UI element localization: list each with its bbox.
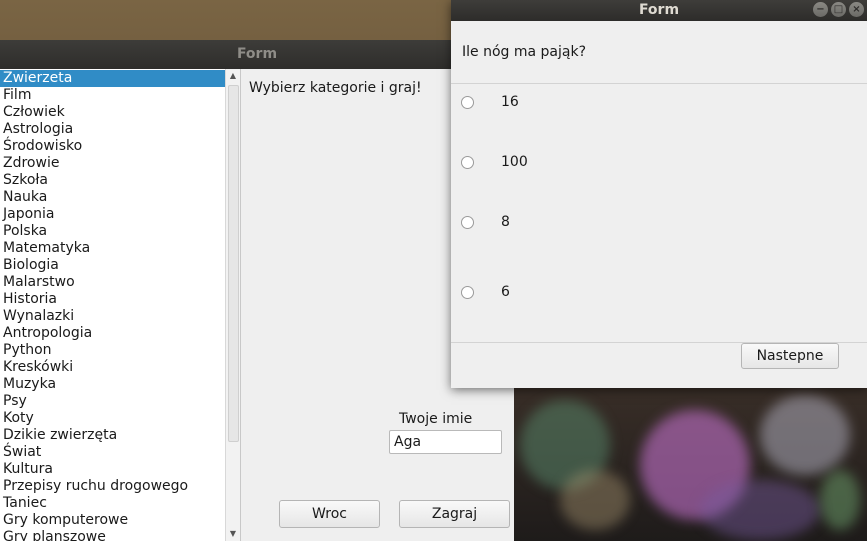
wallpaper-light xyxy=(760,395,850,475)
category-item[interactable]: Kreskówki xyxy=(0,359,226,376)
maximize-icon[interactable]: □ xyxy=(831,2,846,17)
category-item[interactable]: Gry planszowe xyxy=(0,529,226,541)
play-button[interactable]: Zagraj xyxy=(399,500,510,528)
answer-label: 16 xyxy=(501,94,519,110)
next-button[interactable]: Nastepne xyxy=(741,343,839,369)
name-input[interactable] xyxy=(389,430,502,454)
category-item[interactable]: Astrologia xyxy=(0,121,226,138)
divider xyxy=(451,83,867,84)
category-list-items: Zwierzeta Film Człowiek Astrologia Środowisk… xyxy=(0,70,226,541)
quiz-window-titlebar[interactable]: Form − □ × xyxy=(451,0,867,21)
chevron-up-icon[interactable]: ▲ xyxy=(226,69,240,83)
category-item[interactable]: Python xyxy=(0,342,226,359)
close-icon[interactable]: × xyxy=(849,2,864,17)
wallpaper-light xyxy=(560,470,630,530)
quiz-window: Form − □ × Ile nóg ma pająk? 16 100 8 6 … xyxy=(451,0,867,388)
category-item[interactable]: Zdrowie xyxy=(0,155,226,172)
radio-button[interactable] xyxy=(461,285,474,299)
answer-option[interactable]: 8 xyxy=(461,212,510,232)
category-item[interactable]: Biologia xyxy=(0,257,226,274)
answer-option[interactable]: 6 xyxy=(461,282,510,302)
answer-option[interactable]: 100 xyxy=(461,152,528,172)
category-item[interactable]: Zwierzeta xyxy=(0,70,226,87)
back-button[interactable]: Wroc xyxy=(279,500,380,528)
radio-button[interactable] xyxy=(461,215,474,229)
answer-label: 6 xyxy=(501,284,510,300)
answer-option[interactable]: 16 xyxy=(461,92,519,112)
wallpaper-light xyxy=(820,470,860,530)
category-item[interactable]: Koty xyxy=(0,410,226,427)
scrollbar-thumb[interactable] xyxy=(228,85,239,442)
prompt-text: Wybierz kategorie i graj! xyxy=(249,80,422,96)
category-item[interactable]: Psy xyxy=(0,393,226,410)
name-label: Twoje imie xyxy=(399,411,473,427)
main-window: Form Zwierzeta Film Człowiek Astrologia Środ… xyxy=(0,40,514,541)
answer-label: 8 xyxy=(501,214,510,230)
category-item[interactable]: Historia xyxy=(0,291,226,308)
category-item[interactable]: Człowiek xyxy=(0,104,226,121)
category-item[interactable]: Świat xyxy=(0,444,226,461)
category-item[interactable]: Film xyxy=(0,87,226,104)
category-item[interactable]: Kultura xyxy=(0,461,226,478)
category-item[interactable]: Malarstwo xyxy=(0,274,226,291)
minimize-icon[interactable]: − xyxy=(813,2,828,17)
radio-button[interactable] xyxy=(461,95,474,109)
window-controls: − □ × xyxy=(813,2,864,17)
category-item[interactable]: Japonia xyxy=(0,206,226,223)
category-item[interactable]: Matematyka xyxy=(0,240,226,257)
radio-button[interactable] xyxy=(461,155,474,169)
category-item[interactable]: Antropologia xyxy=(0,325,226,342)
category-item[interactable]: Szkoła xyxy=(0,172,226,189)
category-item[interactable]: Przepisy ruchu drogowego xyxy=(0,478,226,495)
category-item[interactable]: Muzyka xyxy=(0,376,226,393)
quiz-window-title: Form xyxy=(638,2,680,18)
category-item[interactable]: Taniec xyxy=(0,495,226,512)
category-item[interactable]: Polska xyxy=(0,223,226,240)
chevron-down-icon[interactable]: ▼ xyxy=(226,527,240,541)
main-window-titlebar[interactable]: Form xyxy=(0,40,514,69)
category-item[interactable]: Dzikie zwierzęta xyxy=(0,427,226,444)
question-text: Ile nóg ma pająk? xyxy=(462,44,586,60)
category-item[interactable]: Gry komputerowe xyxy=(0,512,226,529)
category-list-scrollbar[interactable]: ▲ ▼ xyxy=(225,69,240,541)
category-list[interactable]: Zwierzeta Film Człowiek Astrologia Środowisk… xyxy=(0,69,241,541)
wallpaper-light xyxy=(700,480,820,540)
category-item[interactable]: Wynalazki xyxy=(0,308,226,325)
answer-label: 100 xyxy=(501,154,528,170)
category-item[interactable]: Nauka xyxy=(0,189,226,206)
category-item[interactable]: Środowisko xyxy=(0,138,226,155)
